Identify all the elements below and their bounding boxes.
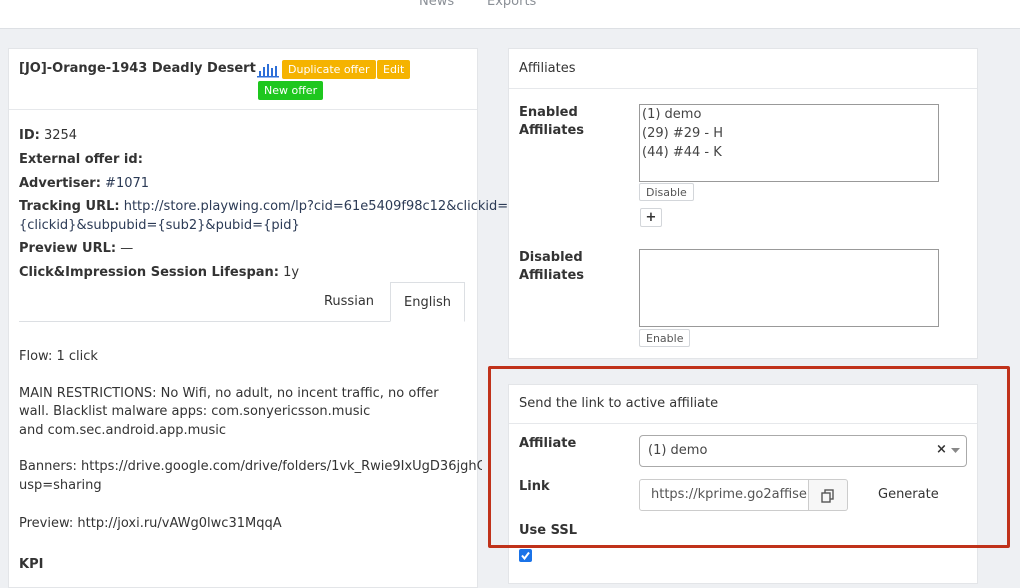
disabled-affiliates-list[interactable]: [639, 249, 939, 327]
desc-restrictions-1: MAIN RESTRICTIONS: No Wifi, no adult, no…: [19, 386, 439, 401]
session-lifespan-row: Click&Impression Session Lifespan: 1y: [19, 265, 300, 280]
nav-exports[interactable]: Exports: [487, 0, 536, 9]
enable-button[interactable]: Enable: [639, 329, 691, 347]
chevron-down-icon: [951, 448, 960, 453]
tab-english[interactable]: English: [390, 282, 465, 322]
affiliate-select-value: (1) demo: [648, 443, 708, 458]
advertiser-link[interactable]: #1071: [105, 176, 149, 191]
duplicate-offer-button[interactable]: Duplicate offer: [282, 60, 376, 79]
send-link-title: Send the link to active affiliate: [519, 396, 719, 411]
affiliates-title: Affiliates: [519, 61, 576, 76]
plus-icon: +: [645, 210, 657, 225]
desc-preview: Preview: http://joxi.ru/vAWg0lwc31MqqA: [19, 516, 282, 531]
enabled-affiliates-label-2: Affiliates: [519, 123, 585, 138]
disabled-affiliates-label-1: Disabled: [519, 250, 583, 265]
nav-news[interactable]: News: [419, 0, 454, 9]
affiliate-label: Affiliate: [519, 436, 577, 451]
use-ssl-label: Use SSL: [519, 523, 578, 538]
external-offer-id-label: External offer id:: [19, 152, 143, 167]
affiliate-select[interactable]: (1) demo ×: [639, 435, 967, 467]
offer-title: [JO]-Orange-1943 Deadly Desert: [19, 61, 256, 76]
send-link-header-divider: [509, 423, 977, 424]
edit-button[interactable]: Edit: [377, 60, 411, 79]
list-item[interactable]: (29) #29 - H: [640, 124, 938, 143]
desc-kpi: KPI: [19, 557, 44, 572]
checkmark-icon: [521, 551, 530, 561]
list-item[interactable]: (44) #44 - K: [640, 143, 938, 162]
tracking-url-row: Tracking URL: http://store.playwing.com/…: [19, 199, 509, 214]
copy-link-button[interactable]: [809, 479, 848, 511]
disable-button[interactable]: Disable: [639, 183, 694, 201]
offer-id-row: ID: 3254: [19, 128, 78, 143]
use-ssl-checkbox[interactable]: [519, 549, 532, 562]
generate-button[interactable]: Generate: [878, 487, 939, 502]
link-input[interactable]: https://kprime.go2affise.com: [639, 479, 809, 511]
desc-restrictions-2: wall. Blacklist malware apps: com.sonyer…: [19, 404, 371, 419]
desc-banners-1: Banners: https://drive.google.com/drive/…: [19, 459, 482, 474]
affiliates-header-divider: [509, 88, 977, 89]
disabled-affiliates-label-2: Affiliates: [519, 268, 585, 283]
tracking-url-value-cont: {clickid}&subpubid={sub2}&pubid={pid}: [19, 218, 300, 233]
advertiser-row: Advertiser: #1071: [19, 176, 150, 191]
top-navbar: News Exports: [0, 0, 1020, 29]
desc-restrictions-3: and com.sec.android.app.music: [19, 423, 227, 438]
enabled-affiliates-label-1: Enabled: [519, 105, 578, 120]
copy-icon: [821, 489, 834, 503]
enabled-affiliates-list[interactable]: (1) demo (29) #29 - H (44) #44 - K: [639, 104, 939, 182]
list-item[interactable]: (1) demo: [640, 105, 938, 124]
link-label: Link: [519, 479, 550, 494]
tab-russian[interactable]: Russian: [309, 282, 389, 322]
clear-selection-icon[interactable]: ×: [936, 442, 947, 457]
link-input-value: https://kprime.go2affise.com: [651, 487, 808, 502]
stats-chart-icon[interactable]: [257, 62, 279, 78]
add-affiliate-button[interactable]: +: [640, 208, 662, 227]
desc-flow: Flow: 1 click: [19, 349, 98, 364]
preview-url-row: Preview URL: —: [19, 241, 134, 256]
desc-banners-2: usp=sharing: [19, 478, 102, 493]
tracking-url-value: http://store.playwing.com/lp?cid=61e5409…: [123, 199, 509, 214]
offer-header-divider: [9, 109, 477, 110]
new-offer-button[interactable]: New offer: [258, 81, 324, 100]
